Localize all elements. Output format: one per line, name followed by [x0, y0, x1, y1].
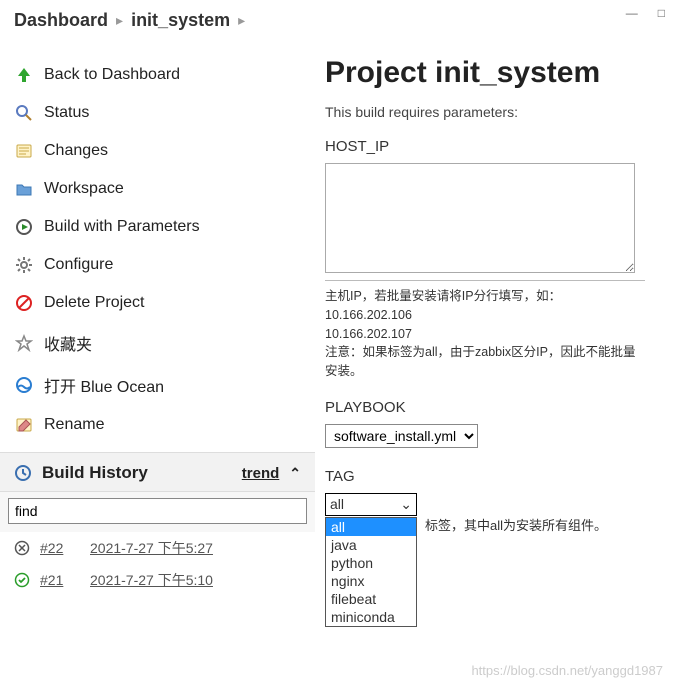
nav-delete-project[interactable]: Delete Project: [0, 284, 315, 322]
hostip-hint: 主机IP，若批量安装请将IP分行填写，如： 10.166.202.106 10.…: [325, 280, 645, 381]
build-row[interactable]: #22 2021-7-27 下午5:27: [0, 532, 315, 564]
breadcrumb-dashboard[interactable]: Dashboard: [14, 10, 108, 31]
chevron-up-icon[interactable]: ⌃: [289, 465, 301, 482]
build-history-find-input[interactable]: [8, 498, 307, 524]
build-time[interactable]: 2021-7-27 下午5:27: [90, 538, 213, 558]
playbook-select[interactable]: software_install.yml: [325, 424, 478, 448]
folder-icon: [14, 179, 34, 199]
nav-label: Configure: [44, 256, 113, 274]
star-icon: [14, 333, 34, 353]
tag-dropdown-list: all java python nginx filebeat miniconda: [325, 517, 417, 627]
build-time[interactable]: 2021-7-27 下午5:10: [90, 570, 213, 590]
nav-favorites[interactable]: 收藏夹: [0, 322, 315, 364]
no-entry-icon: [14, 293, 34, 313]
nav-label: Back to Dashboard: [44, 66, 180, 84]
sidebar: Back to Dashboard Status Changes Workspa…: [0, 42, 315, 678]
status-ok-icon: [14, 572, 30, 588]
tag-label: TAG: [325, 468, 659, 485]
nav-configure[interactable]: Configure: [0, 246, 315, 284]
tag-option-nginx[interactable]: nginx: [326, 572, 416, 590]
notepad-icon: [14, 141, 34, 161]
tag-option-filebeat[interactable]: filebeat: [326, 590, 416, 608]
page-title: Project init_system: [325, 56, 659, 90]
playbook-label: PLAYBOOK: [325, 399, 659, 416]
nav-workspace[interactable]: Workspace: [0, 170, 315, 208]
nav-label: Changes: [44, 142, 108, 160]
gear-icon: [14, 255, 34, 275]
build-number[interactable]: #22: [40, 540, 80, 556]
requires-params-text: This build requires parameters:: [325, 104, 659, 120]
chevron-down-icon: ⌄: [400, 496, 412, 513]
window-max-icon[interactable]: □: [658, 6, 665, 20]
build-row[interactable]: #21 2021-7-27 下午5:10: [0, 564, 315, 596]
hostip-label: HOST_IP: [325, 138, 659, 155]
hint-line: 注意：如果标签为all，由于zabbix区分IP，因此不能批量安装。: [325, 343, 645, 381]
main-content: Project init_system This build requires …: [315, 42, 675, 678]
watermark: https://blog.csdn.net/yanggd1987: [471, 663, 663, 678]
tag-option-python[interactable]: python: [326, 554, 416, 572]
nav-back-to-dashboard[interactable]: Back to Dashboard: [0, 56, 315, 94]
nav-rename[interactable]: Rename: [0, 406, 315, 444]
hostip-textarea[interactable]: [325, 163, 635, 273]
nav-label: Delete Project: [44, 294, 145, 312]
tag-option-all[interactable]: all: [326, 518, 416, 536]
chevron-right-icon: ▸: [238, 12, 245, 29]
arrow-up-icon: [14, 65, 34, 85]
window-controls: — □: [616, 0, 675, 26]
nav-label: 打开 Blue Ocean: [44, 373, 164, 397]
nav-label: 收藏夹: [44, 331, 92, 355]
history-icon: [14, 464, 32, 482]
trend-link[interactable]: trend: [242, 465, 280, 482]
hint-line: 10.166.202.107: [325, 325, 645, 344]
build-number[interactable]: #21: [40, 572, 80, 588]
breadcrumb: Dashboard ▸ init_system ▸: [0, 0, 675, 42]
nav-label: Status: [44, 104, 89, 122]
notepad-edit-icon: [14, 415, 34, 435]
build-history-find-wrap: [0, 492, 315, 532]
tag-select[interactable]: all ⌄: [325, 493, 417, 516]
nav-label: Workspace: [44, 180, 124, 198]
window-min-icon[interactable]: —: [626, 6, 638, 20]
nav-blue-ocean[interactable]: 打开 Blue Ocean: [0, 364, 315, 406]
hint-line: 10.166.202.106: [325, 306, 645, 325]
status-cancel-icon: [14, 540, 30, 556]
tag-option-java[interactable]: java: [326, 536, 416, 554]
nav-label: Rename: [44, 416, 104, 434]
tag-option-miniconda[interactable]: miniconda: [326, 608, 416, 626]
magnifier-icon: [14, 103, 34, 123]
nav-changes[interactable]: Changes: [0, 132, 315, 170]
tag-hint: 标签，其中all为安装所有组件。: [425, 515, 607, 534]
chevron-right-icon: ▸: [116, 12, 123, 29]
nav-status[interactable]: Status: [0, 94, 315, 132]
hint-line: 主机IP，若批量安装请将IP分行填写，如：: [325, 287, 645, 306]
build-history-title: Build History: [42, 463, 148, 483]
build-history-header: Build History trend ⌃: [0, 452, 315, 492]
breadcrumb-project[interactable]: init_system: [131, 10, 230, 31]
nav-build-with-parameters[interactable]: Build with Parameters: [0, 208, 315, 246]
nav-label: Build with Parameters: [44, 218, 200, 236]
blue-ocean-icon: [14, 375, 34, 395]
clock-play-icon: [14, 217, 34, 237]
tag-selected-value: all: [330, 496, 344, 512]
